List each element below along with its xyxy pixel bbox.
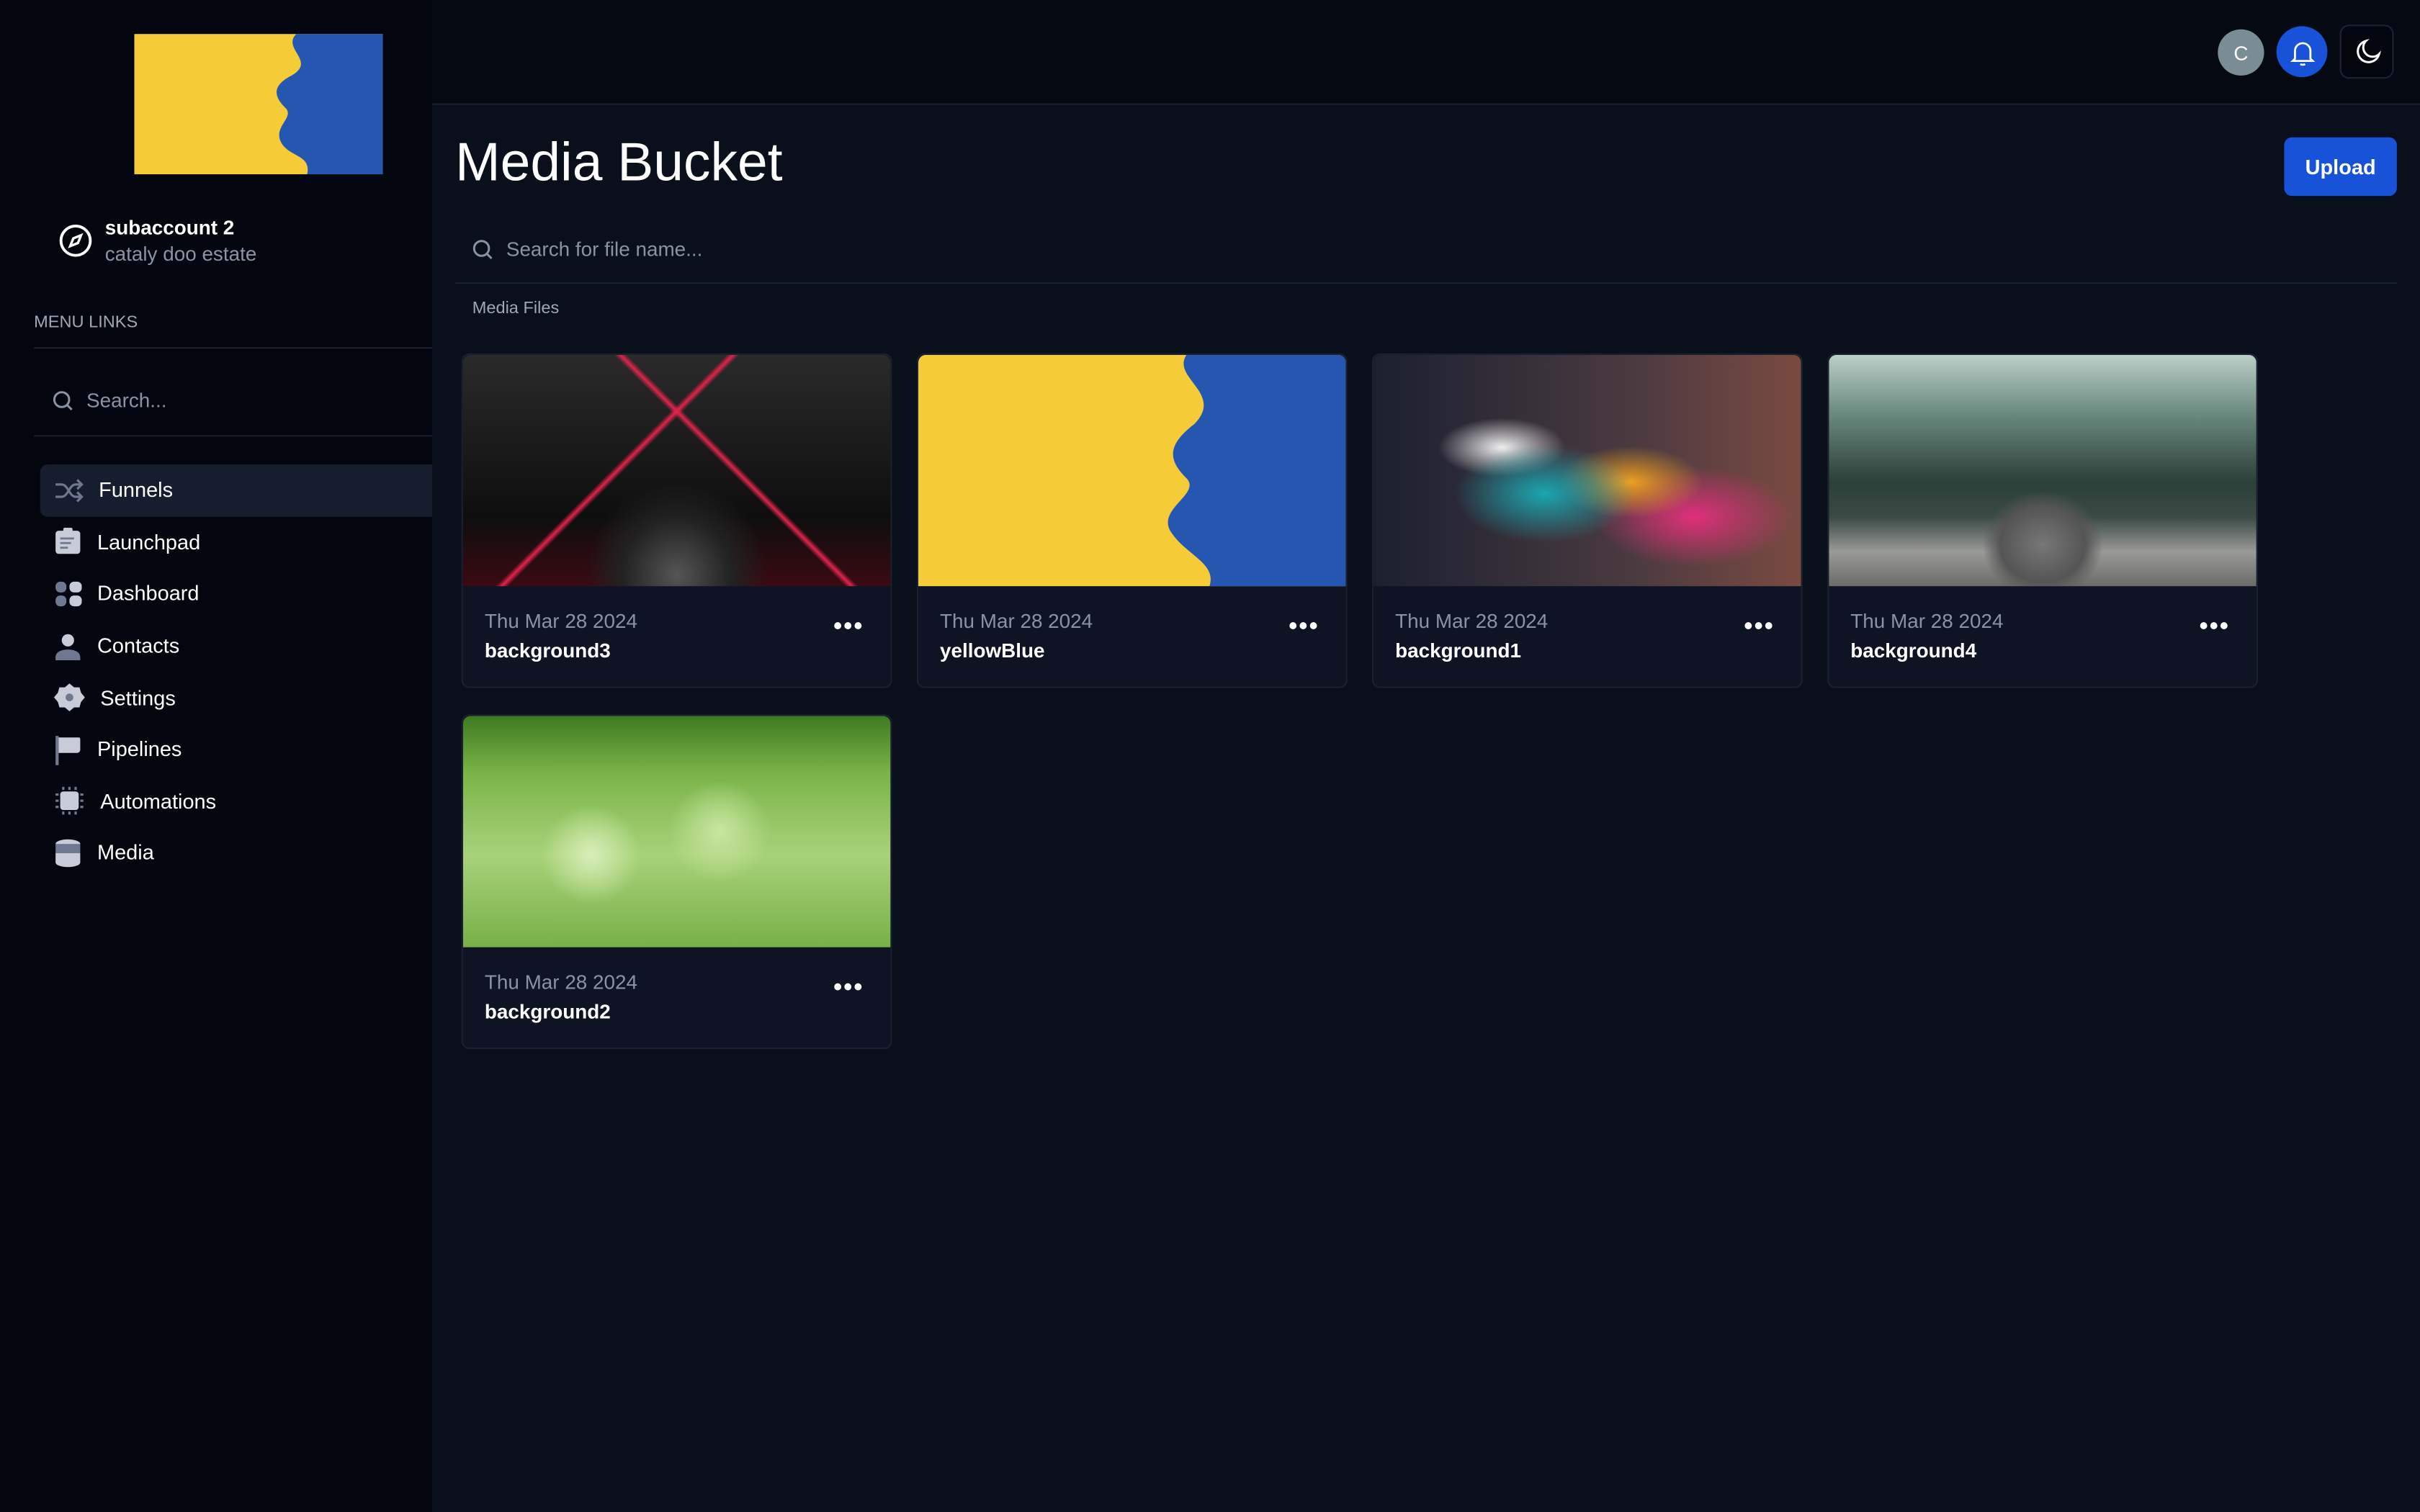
file-name: background1	[1395, 639, 1522, 662]
clipboard-icon	[55, 528, 81, 555]
logo-image	[134, 34, 383, 175]
topbar	[432, 0, 2420, 105]
media-thumbnail	[1373, 354, 1801, 587]
grid-icon	[55, 581, 82, 607]
sidebar-item-label: Automations	[100, 789, 217, 813]
avatar[interactable]: C	[2218, 29, 2264, 76]
file-name: background3	[484, 639, 611, 662]
media-card[interactable]: Thu Mar 28 2024 yellowBlue •••	[916, 353, 1348, 688]
account-name: subaccount 2	[104, 216, 235, 240]
sidebar-search-input[interactable]: Search...	[53, 389, 167, 412]
divider	[34, 435, 432, 437]
database-icon	[55, 839, 81, 868]
upload-button[interactable]: Upload	[2284, 137, 2397, 197]
bell-icon	[2289, 41, 2315, 66]
chip-icon	[55, 787, 84, 816]
sidebar-item-pipelines[interactable]: Pipelines	[40, 724, 432, 775]
file-date: Thu Mar 28 2024	[1395, 609, 1549, 633]
more-options-icon[interactable]: •••	[833, 975, 864, 1003]
shuffle-icon	[55, 478, 84, 503]
more-options-icon[interactable]: •••	[2200, 614, 2230, 642]
sidebar-item-label: Media	[97, 841, 154, 865]
more-options-icon[interactable]: •••	[1744, 614, 1774, 642]
media-thumbnail	[918, 354, 1346, 587]
flag-icon	[55, 735, 81, 765]
media-thumbnail	[462, 354, 891, 587]
gear-icon	[54, 683, 85, 712]
search-icon	[472, 239, 493, 258]
sidebar-item-contacts[interactable]: Contacts	[40, 620, 432, 672]
file-search-input[interactable]: Search for file name...	[472, 238, 703, 261]
sidebar-item-label: Funnels	[99, 478, 174, 503]
file-name: yellowBlue	[940, 639, 1045, 662]
sidebar-item-settings[interactable]: Settings	[40, 672, 432, 724]
sidebar-item-label: Contacts	[97, 634, 180, 658]
sidebar-nav: Funnels Launchpad Dashboard Contacts Set…	[40, 464, 432, 879]
more-options-icon[interactable]: •••	[833, 614, 864, 642]
sidebar-item-media[interactable]: Media	[40, 827, 432, 879]
compass-icon	[59, 224, 92, 257]
file-date: Thu Mar 28 2024	[484, 609, 638, 633]
account-switcher[interactable]: subaccount 2 cataly doo estate	[58, 216, 256, 266]
media-card[interactable]: Thu Mar 28 2024 background2 •••	[461, 714, 892, 1050]
theme-toggle-button[interactable]	[2339, 24, 2394, 79]
more-options-icon[interactable]: •••	[1289, 614, 1319, 642]
file-search-placeholder: Search for file name...	[506, 238, 703, 261]
sidebar-search-placeholder: Search...	[86, 389, 167, 413]
sidebar-item-funnels[interactable]: Funnels	[40, 464, 432, 516]
media-thumbnail	[1829, 354, 2257, 587]
file-date: Thu Mar 28 2024	[484, 970, 638, 994]
notifications-button[interactable]	[2276, 26, 2328, 78]
file-name: background4	[1850, 639, 1977, 662]
sidebar-item-label: Launchpad	[97, 530, 201, 554]
sidebar-item-label: Settings	[100, 685, 176, 710]
media-card[interactable]: Thu Mar 28 2024 background4 •••	[1827, 353, 2258, 688]
media-card[interactable]: Thu Mar 28 2024 background3 •••	[461, 353, 892, 688]
sidebar-item-label: Pipelines	[97, 737, 182, 761]
file-name: background2	[484, 999, 611, 1023]
user-icon	[55, 633, 81, 660]
file-date: Thu Mar 28 2024	[1850, 609, 2004, 633]
sidebar-item-label: Dashboard	[97, 582, 200, 606]
sidebar-item-automations[interactable]: Automations	[40, 775, 432, 827]
section-label: Media Files	[472, 299, 560, 318]
account-subtitle: cataly doo estate	[104, 242, 257, 266]
divider	[455, 282, 2397, 284]
menu-heading: MENU LINKS	[34, 313, 138, 332]
page-title: Media Bucket	[455, 132, 783, 193]
sidebar: subaccount 2 cataly doo estate MENU LINKS…	[0, 0, 432, 1512]
media-card[interactable]: Thu Mar 28 2024 background1 •••	[1372, 353, 1803, 688]
search-icon	[53, 390, 73, 410]
sidebar-item-launchpad[interactable]: Launchpad	[40, 516, 432, 568]
moon-icon	[2356, 37, 2380, 63]
file-date: Thu Mar 28 2024	[940, 609, 1093, 633]
sidebar-item-dashboard[interactable]: Dashboard	[40, 568, 432, 620]
divider	[34, 347, 432, 349]
media-thumbnail	[462, 716, 891, 948]
